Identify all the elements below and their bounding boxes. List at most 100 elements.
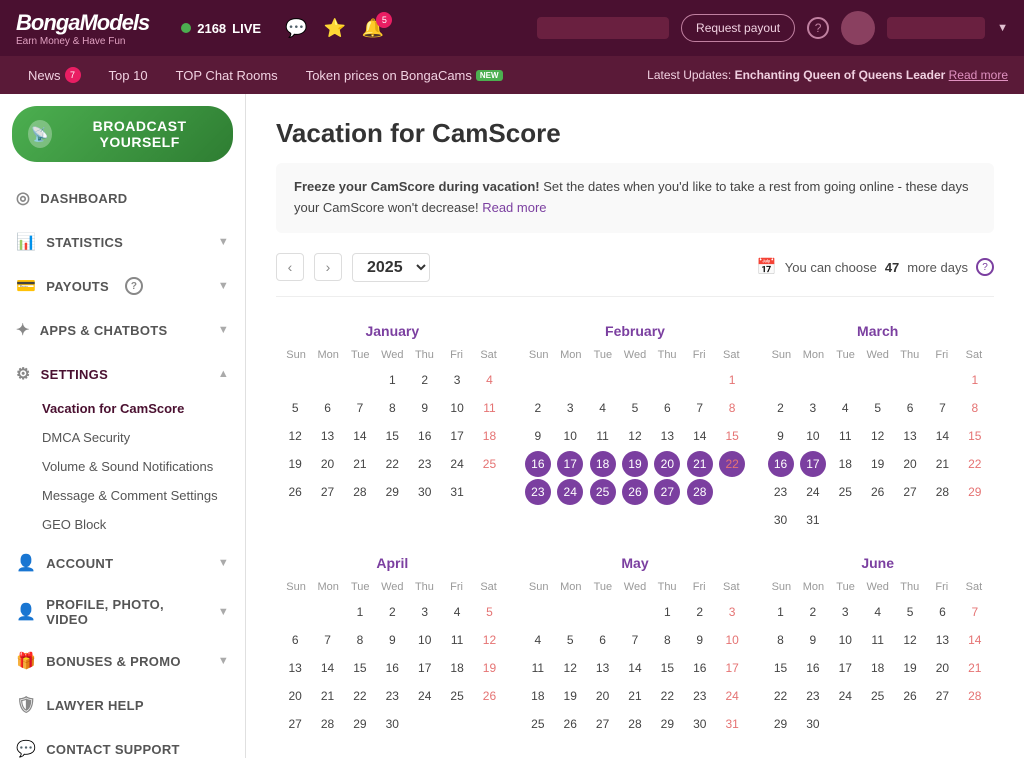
cal-day-17[interactable]: 17	[832, 655, 858, 681]
cal-day-4[interactable]: 4	[476, 367, 502, 393]
cal-day-20[interactable]: 20	[929, 655, 955, 681]
cal-day-29[interactable]: 29	[654, 711, 680, 737]
cal-day-3[interactable]: 3	[832, 599, 858, 625]
cal-day-18[interactable]: 18	[525, 683, 551, 709]
cal-day-4[interactable]: 4	[832, 395, 858, 421]
cal-day-22[interactable]: 22	[962, 451, 988, 477]
cal-day-30[interactable]: 30	[800, 711, 826, 737]
cal-day-27[interactable]: 27	[929, 683, 955, 709]
cal-day-8[interactable]: 8	[379, 395, 405, 421]
cal-day-15[interactable]: 15	[768, 655, 794, 681]
sidebar-item-contact[interactable]: 💬 CONTACT SUPPORT	[0, 729, 245, 758]
cal-day-10[interactable]: 10	[719, 627, 745, 653]
cal-day-3[interactable]: 3	[412, 599, 438, 625]
cal-day-14[interactable]: 14	[622, 655, 648, 681]
cal-day-5[interactable]: 5	[282, 395, 308, 421]
next-month-button[interactable]: ›	[314, 253, 342, 281]
cal-day-6[interactable]: 6	[897, 395, 923, 421]
cal-day-16[interactable]: 16	[768, 451, 794, 477]
cal-day-2[interactable]: 2	[412, 367, 438, 393]
cal-day-24[interactable]: 24	[557, 479, 583, 505]
cal-day-9[interactable]: 9	[379, 627, 405, 653]
cal-day-25[interactable]: 25	[865, 683, 891, 709]
cal-day-12[interactable]: 12	[476, 627, 502, 653]
cal-day-8[interactable]: 8	[654, 627, 680, 653]
cal-day-16[interactable]: 16	[800, 655, 826, 681]
cal-day-5[interactable]: 5	[476, 599, 502, 625]
cal-day-30[interactable]: 30	[379, 711, 405, 737]
cal-day-19[interactable]: 19	[476, 655, 502, 681]
cal-day-23[interactable]: 23	[768, 479, 794, 505]
cal-day-21[interactable]: 21	[929, 451, 955, 477]
cal-day-11[interactable]: 11	[590, 423, 616, 449]
cal-day-3[interactable]: 3	[719, 599, 745, 625]
cal-day-19[interactable]: 19	[557, 683, 583, 709]
cal-day-30[interactable]: 30	[768, 507, 794, 533]
cal-day-18[interactable]: 18	[444, 655, 470, 681]
nav-item-news[interactable]: News 7	[16, 56, 93, 94]
cal-day-28[interactable]: 28	[315, 711, 341, 737]
cal-day-12[interactable]: 12	[557, 655, 583, 681]
cal-day-18[interactable]: 18	[865, 655, 891, 681]
cal-day-16[interactable]: 16	[412, 423, 438, 449]
cal-day-23[interactable]: 23	[687, 683, 713, 709]
cal-day-22[interactable]: 22	[768, 683, 794, 709]
cal-day-13[interactable]: 13	[282, 655, 308, 681]
cal-day-3[interactable]: 3	[800, 395, 826, 421]
cal-day-21[interactable]: 21	[622, 683, 648, 709]
cal-day-23[interactable]: 23	[379, 683, 405, 709]
cal-day-7[interactable]: 7	[347, 395, 373, 421]
cal-day-4[interactable]: 4	[590, 395, 616, 421]
cal-day-31[interactable]: 31	[800, 507, 826, 533]
cal-day-28[interactable]: 28	[687, 479, 713, 505]
sidebar-item-payouts[interactable]: 💳 PAYOUTS ? ▼	[0, 266, 245, 306]
cal-day-5[interactable]: 5	[897, 599, 923, 625]
sidebar-item-profile[interactable]: 👤 PROFILE, PHOTO, VIDEO ▼	[0, 587, 245, 637]
cal-day-7[interactable]: 7	[622, 627, 648, 653]
cal-day-1[interactable]: 1	[654, 599, 680, 625]
cal-day-15[interactable]: 15	[347, 655, 373, 681]
sidebar-sub-geo[interactable]: GEO Block	[0, 510, 245, 539]
cal-day-28[interactable]: 28	[622, 711, 648, 737]
cal-day-5[interactable]: 5	[557, 627, 583, 653]
cal-day-24[interactable]: 24	[719, 683, 745, 709]
cal-day-12[interactable]: 12	[865, 423, 891, 449]
cal-day-27[interactable]: 27	[315, 479, 341, 505]
cal-day-12[interactable]: 12	[622, 423, 648, 449]
cal-day-22[interactable]: 22	[379, 451, 405, 477]
cal-day-27[interactable]: 27	[654, 479, 680, 505]
cal-day-28[interactable]: 28	[962, 683, 988, 709]
days-help-icon[interactable]: ?	[976, 258, 994, 276]
account-dropdown-arrow[interactable]: ▼	[997, 22, 1008, 34]
cal-day-29[interactable]: 29	[347, 711, 373, 737]
cal-day-4[interactable]: 4	[865, 599, 891, 625]
cal-day-4[interactable]: 4	[444, 599, 470, 625]
cal-day-19[interactable]: 19	[897, 655, 923, 681]
cal-day-23[interactable]: 23	[412, 451, 438, 477]
cal-day-31[interactable]: 31	[719, 711, 745, 737]
cal-day-2[interactable]: 2	[800, 599, 826, 625]
cal-day-19[interactable]: 19	[865, 451, 891, 477]
cal-day-29[interactable]: 29	[962, 479, 988, 505]
sidebar-sub-dmca[interactable]: DMCA Security	[0, 423, 245, 452]
cal-day-25[interactable]: 25	[444, 683, 470, 709]
cal-day-10[interactable]: 10	[800, 423, 826, 449]
cal-day-11[interactable]: 11	[444, 627, 470, 653]
cal-day-18[interactable]: 18	[832, 451, 858, 477]
cal-day-18[interactable]: 18	[590, 451, 616, 477]
cal-day-31[interactable]: 31	[444, 479, 470, 505]
cal-day-15[interactable]: 15	[962, 423, 988, 449]
cal-day-9[interactable]: 9	[525, 423, 551, 449]
cal-day-7[interactable]: 7	[929, 395, 955, 421]
cal-day-21[interactable]: 21	[347, 451, 373, 477]
cal-day-24[interactable]: 24	[800, 479, 826, 505]
cal-day-8[interactable]: 8	[347, 627, 373, 653]
cal-day-9[interactable]: 9	[800, 627, 826, 653]
cal-day-20[interactable]: 20	[654, 451, 680, 477]
cal-day-29[interactable]: 29	[768, 711, 794, 737]
cal-day-1[interactable]: 1	[379, 367, 405, 393]
cal-day-20[interactable]: 20	[282, 683, 308, 709]
cal-day-11[interactable]: 11	[525, 655, 551, 681]
sidebar-item-account[interactable]: 👤 ACCOUNT ▼	[0, 543, 245, 583]
sidebar-item-statistics[interactable]: 📊 STATISTICS ▼	[0, 222, 245, 262]
